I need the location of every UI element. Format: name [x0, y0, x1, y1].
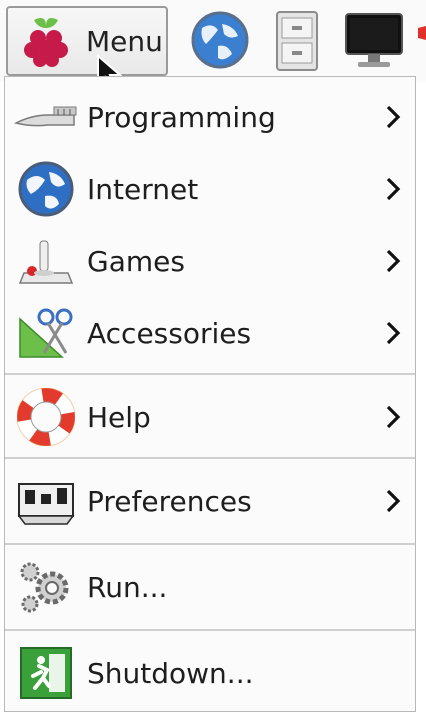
web-browser-icon[interactable] [188, 10, 252, 70]
programming-icon [11, 87, 81, 147]
menu-separator [5, 543, 415, 545]
menu-separator [5, 373, 415, 375]
menu-item-label: Run... [87, 570, 168, 604]
scissors-ruler-icon [11, 303, 81, 363]
chevron-right-icon [386, 405, 401, 429]
raspberry-icon [24, 18, 68, 67]
menu-item-games[interactable]: Games [5, 225, 415, 297]
partial-icon [418, 26, 426, 40]
menu-item-run[interactable]: Run... [5, 551, 415, 623]
menu-label: Menu [86, 24, 163, 58]
menu-item-accessories[interactable]: Accessories [5, 297, 415, 369]
chevron-right-icon [386, 489, 401, 513]
menu-item-label: Programming [87, 100, 276, 134]
menu-item-label: Preferences [87, 484, 252, 518]
exit-icon [11, 643, 81, 703]
terminal-icon[interactable] [344, 10, 404, 70]
menu-item-internet[interactable]: Internet [5, 153, 415, 225]
menu-item-label: Internet [87, 172, 199, 206]
joystick-icon [11, 231, 81, 291]
chevron-right-icon [386, 249, 401, 273]
menu-item-shutdown[interactable]: Shutdown... [5, 637, 415, 709]
menu-item-label: Accessories [87, 316, 252, 350]
menu-button[interactable]: Menu [6, 6, 168, 76]
gears-icon [11, 557, 81, 617]
menu-item-label: Shutdown... [87, 656, 254, 690]
menu-item-help[interactable]: Help [5, 381, 415, 453]
lifebuoy-icon [11, 387, 81, 447]
preferences-panel-icon [11, 471, 81, 531]
file-manager-icon[interactable] [274, 10, 320, 72]
menu-item-preferences[interactable]: Preferences [5, 465, 415, 537]
menu-item-label: Help [87, 400, 151, 434]
chevron-right-icon [386, 321, 401, 345]
chevron-right-icon [386, 105, 401, 129]
main-menu: Programming Internet Games Accessories H… [4, 76, 416, 712]
menu-separator [5, 457, 415, 459]
menu-separator [5, 629, 415, 631]
chevron-right-icon [386, 177, 401, 201]
menu-item-label: Games [87, 244, 185, 278]
menu-item-programming[interactable]: Programming [5, 81, 415, 153]
taskbar: Menu [0, 0, 426, 91]
globe-icon [11, 159, 81, 219]
